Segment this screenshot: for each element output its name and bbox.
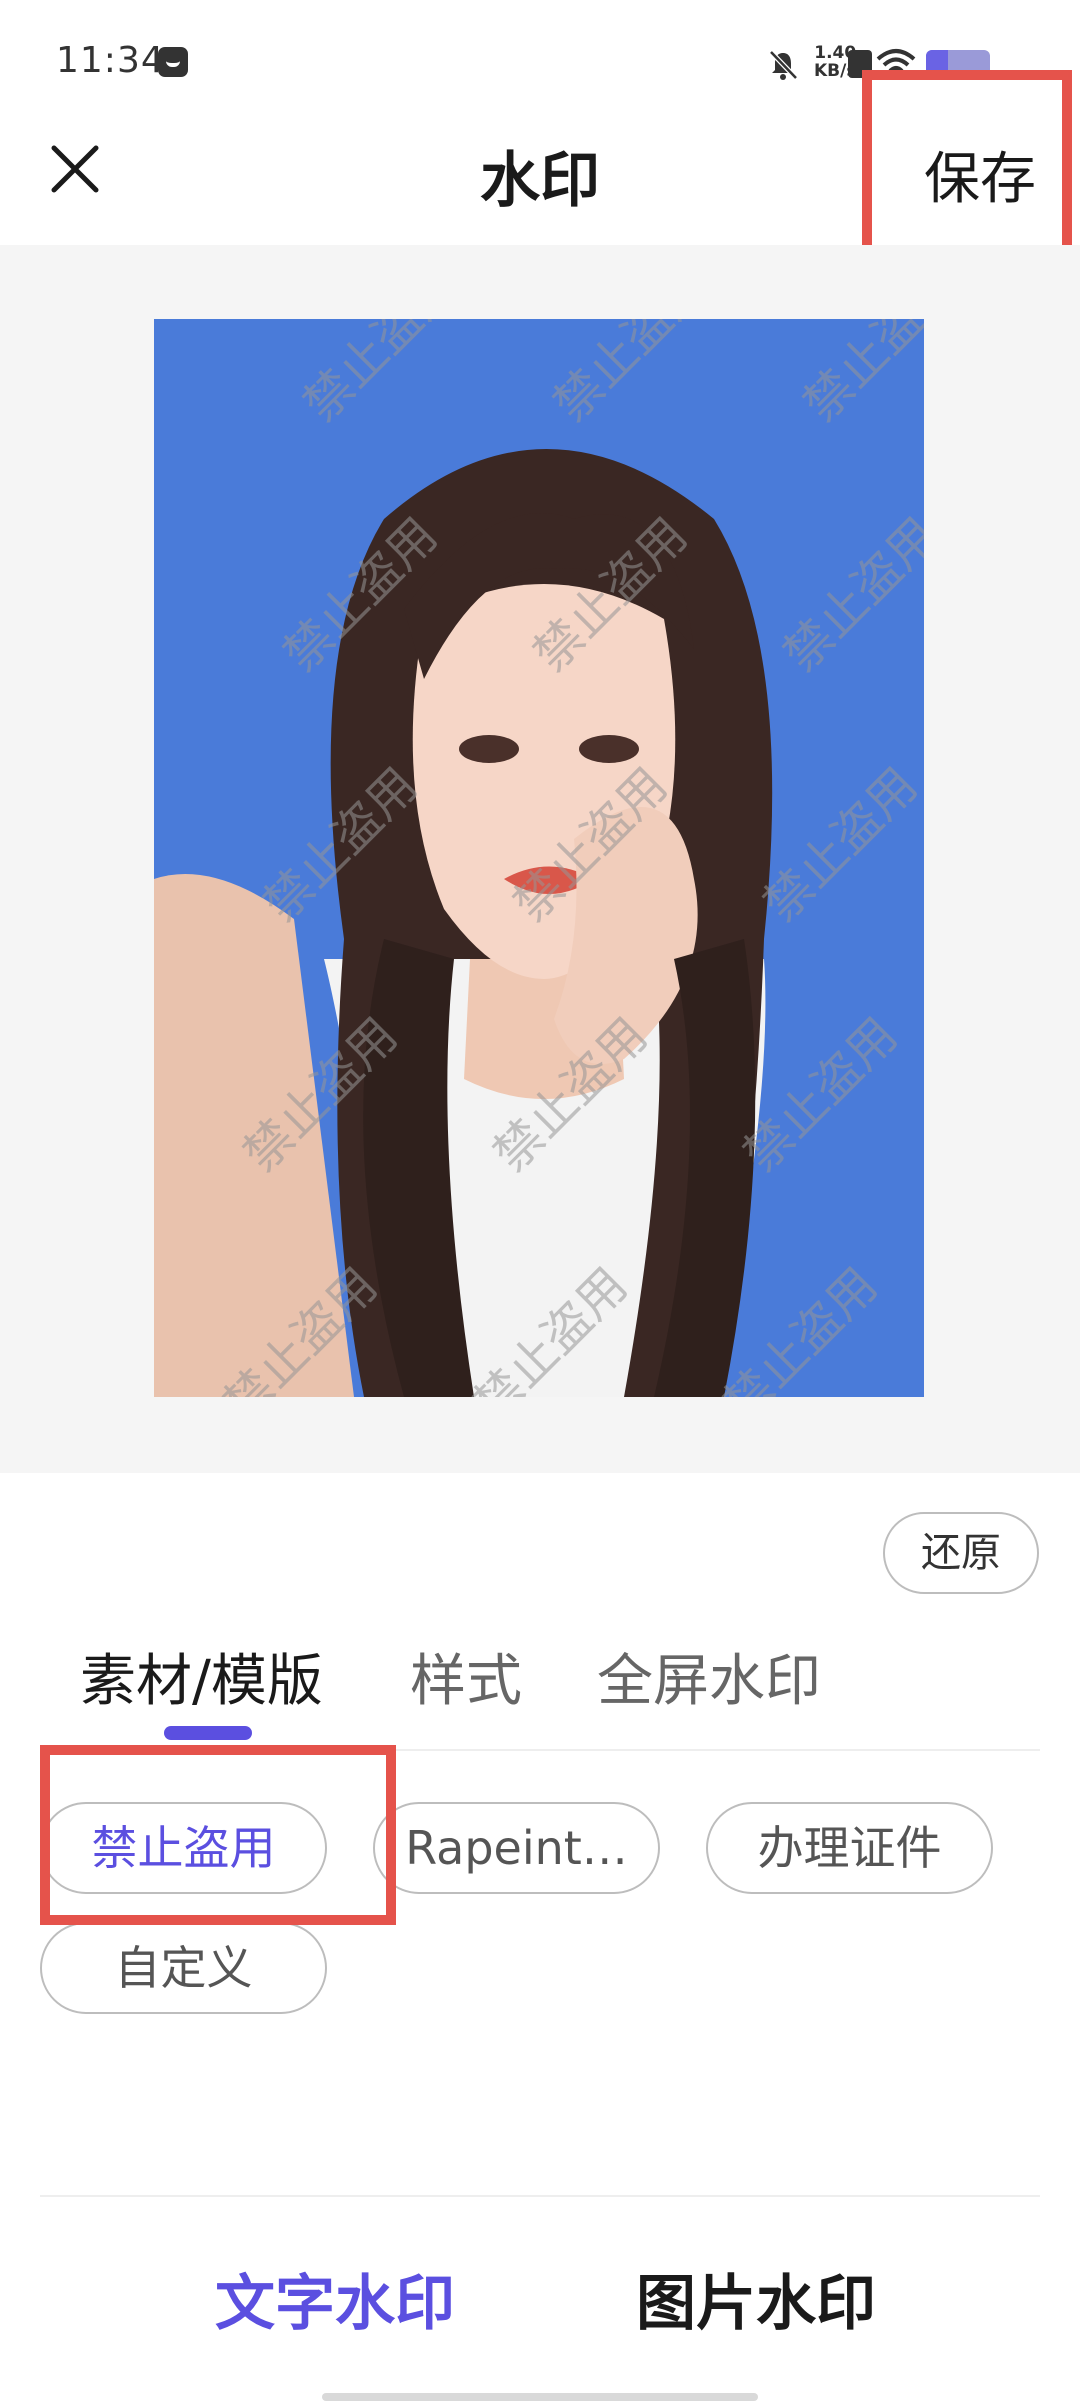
wifi-icon bbox=[876, 49, 916, 79]
tab-image-watermark[interactable]: 图片水印 bbox=[636, 2255, 876, 2342]
watermark-editor-screen: 11:34 1.40 KB/s 水印 保存 禁止盗用 禁止盗用 禁止盗用 禁止盗… bbox=[0, 0, 1080, 2408]
tab-text-watermark[interactable]: 文字水印 bbox=[215, 2255, 455, 2342]
save-button[interactable]: 保存 bbox=[924, 134, 1036, 215]
category-tabs: 素材/模版 样式 全屏水印 bbox=[0, 1620, 1080, 1750]
restore-button[interactable]: 还原 bbox=[883, 1512, 1039, 1594]
battery-level-fill bbox=[926, 50, 949, 80]
template-chip-id-processing[interactable]: 办理证件 bbox=[706, 1802, 993, 1894]
template-chip-custom[interactable]: 自定义 bbox=[40, 1922, 327, 2014]
preview-area: 禁止盗用 禁止盗用 禁止盗用 禁止盗用 禁止盗用 禁止盗用 禁止盗用 禁止盗用 … bbox=[0, 245, 1080, 1473]
template-chip-rapeint[interactable]: Rapeint… bbox=[373, 1802, 660, 1894]
status-bar: 11:34 1.40 KB/s bbox=[0, 0, 1080, 120]
header: 水印 保存 bbox=[0, 120, 1080, 245]
home-indicator[interactable] bbox=[322, 2393, 758, 2401]
tab-style[interactable]: 样式 bbox=[410, 1636, 522, 1717]
portrait-photo[interactable]: 禁止盗用 禁止盗用 禁止盗用 禁止盗用 禁止盗用 禁止盗用 禁止盗用 禁止盗用 … bbox=[154, 319, 924, 1397]
portrait-illustration: 禁止盗用 禁止盗用 禁止盗用 禁止盗用 禁止盗用 禁止盗用 禁止盗用 禁止盗用 … bbox=[154, 319, 924, 1397]
sim-off-icon bbox=[848, 50, 872, 78]
template-chip-no-theft[interactable]: 禁止盗用 bbox=[40, 1802, 327, 1894]
bell-off-icon bbox=[769, 50, 798, 80]
app-notification-icon bbox=[158, 47, 188, 77]
active-tab-indicator bbox=[164, 1726, 252, 1740]
tabs-divider bbox=[40, 1749, 1040, 1751]
battery-icon bbox=[926, 50, 990, 80]
bottom-divider bbox=[40, 2195, 1040, 2197]
status-time: 11:34 bbox=[56, 40, 165, 81]
tab-fullscreen-watermark[interactable]: 全屏水印 bbox=[597, 1636, 821, 1717]
tab-material-template[interactable]: 素材/模版 bbox=[80, 1636, 323, 1717]
page-title: 水印 bbox=[480, 146, 600, 216]
